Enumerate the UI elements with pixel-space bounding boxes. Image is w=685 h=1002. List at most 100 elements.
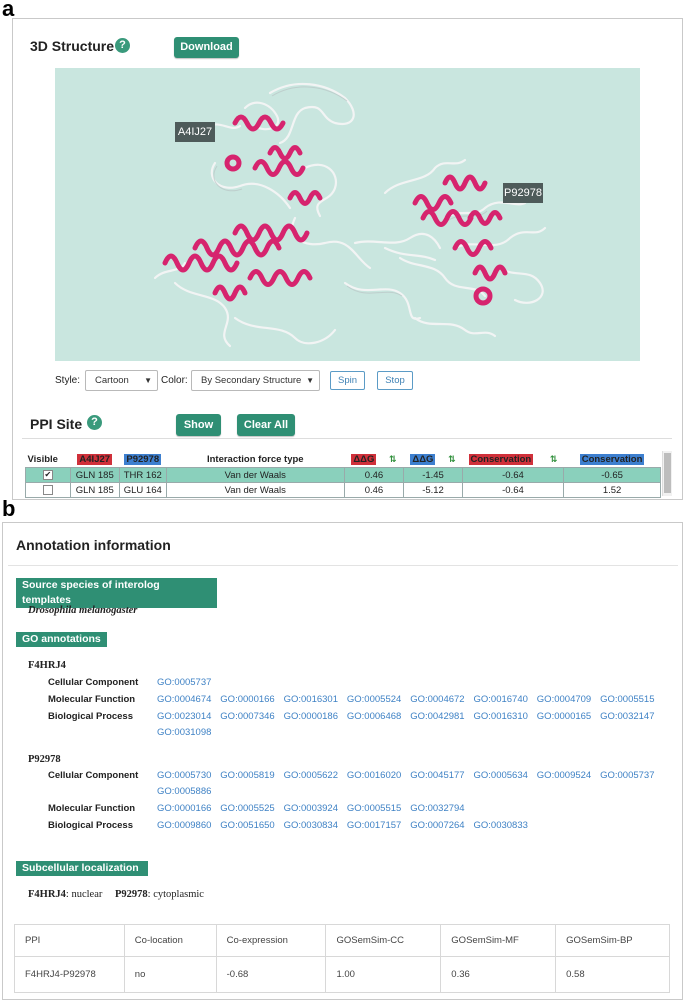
- go-term-link[interactable]: GO:0016301: [284, 694, 338, 705]
- download-button[interactable]: Download: [174, 37, 239, 58]
- alpha-helices: [162, 114, 508, 306]
- summary-header-cell: GOSemSim-BP: [555, 924, 670, 957]
- col-cons-a[interactable]: Conservation ⇅: [462, 451, 563, 468]
- go-annotations-header: GO annotations: [16, 632, 107, 647]
- go-term-link[interactable]: GO:0004672: [410, 694, 464, 705]
- visible-checkbox[interactable]: ✔: [42, 469, 53, 480]
- spin-button[interactable]: Spin: [330, 371, 365, 390]
- summary-header-cell: Co-location: [123, 924, 217, 957]
- go-term-link[interactable]: GO:0016020: [347, 770, 401, 781]
- col-ddg-a[interactable]: ΔΔG ⇅: [344, 451, 404, 468]
- structure-help-icon[interactable]: ?: [115, 38, 130, 53]
- summary-cell: -0.68: [215, 956, 327, 993]
- cell-force: Van der Waals: [165, 467, 345, 483]
- go-cc-label: Cellular Component: [48, 677, 139, 688]
- go-term-link[interactable]: GO:0042981: [410, 711, 464, 722]
- go-term-link[interactable]: GO:0000165: [537, 711, 591, 722]
- cell-ddg-a: 0.46: [343, 467, 405, 483]
- go-term-link[interactable]: GO:0032147: [600, 711, 654, 722]
- table-scrollbar[interactable]: [662, 451, 672, 496]
- visible-checkbox[interactable]: [42, 484, 53, 495]
- go-term-link[interactable]: GO:0045177: [410, 770, 464, 781]
- color-select-value: By Secondary Structure: [201, 375, 302, 386]
- chain-b-label: P92978: [503, 183, 543, 203]
- subcell-protein-2: P92978: [114, 889, 148, 900]
- go-term-link[interactable]: GO:0004709: [537, 694, 591, 705]
- summary-header-cell: Co-expression: [215, 924, 327, 957]
- ppi-table-container: Visible A4IJ27 P92978 Interaction force …: [22, 438, 672, 498]
- go-term-link[interactable]: GO:0004674: [157, 694, 211, 705]
- stop-button[interactable]: Stop: [377, 371, 413, 390]
- go-term-link[interactable]: GO:0016740: [474, 694, 528, 705]
- col-cons-b[interactable]: Conservation: [564, 451, 661, 468]
- col-chain-b[interactable]: P92978: [119, 451, 166, 468]
- go-term-link[interactable]: GO:0000186: [284, 711, 338, 722]
- col-ddg-b[interactable]: ΔΔG ⇅: [404, 451, 463, 468]
- go-term-link[interactable]: GO:0009860: [157, 820, 211, 831]
- table-row: F4HRJ4-P92978 no -0.68 1.00 0.36 0.58: [14, 956, 670, 993]
- table-scrollbar-thumb[interactable]: [664, 453, 671, 493]
- go-term-link[interactable]: GO:0017157: [347, 820, 401, 831]
- go-term-link[interactable]: GO:0032794: [410, 803, 464, 814]
- summary-header-cell: PPI: [14, 924, 125, 957]
- sort-arrows-icon[interactable]: ⇅: [448, 454, 456, 464]
- cell-chain-a: GLN 185: [69, 482, 120, 498]
- table-row[interactable]: ✔ GLN 185 THR 162 Van der Waals 0.46 -1.…: [25, 467, 661, 483]
- sort-arrows-icon[interactable]: ⇅: [550, 454, 558, 464]
- annotation-divider: [8, 565, 678, 566]
- clear-all-button[interactable]: Clear All: [237, 414, 295, 436]
- cell-ddg-b: -1.45: [403, 467, 463, 483]
- go-term-link[interactable]: GO:0009524: [537, 770, 591, 781]
- go-term-link[interactable]: GO:0006468: [347, 711, 401, 722]
- go-term-link[interactable]: GO:0005819: [220, 770, 274, 781]
- go-term-link[interactable]: GO:0030834: [284, 820, 338, 831]
- go-mf-label: Molecular Function: [48, 694, 136, 705]
- style-select-value: Cartoon: [95, 375, 129, 386]
- go-term-link[interactable]: GO:0000166: [157, 803, 211, 814]
- color-select[interactable]: By Secondary Structure ▼: [191, 370, 320, 391]
- show-button[interactable]: Show: [176, 414, 221, 436]
- cell-chain-b: THR 162: [118, 467, 167, 483]
- go-term-link[interactable]: GO:0005524: [347, 694, 401, 705]
- go-term-link[interactable]: GO:0031098: [157, 727, 211, 738]
- go-term-link[interactable]: GO:0007346: [220, 711, 274, 722]
- ppi-help-icon[interactable]: ?: [87, 415, 102, 430]
- cell-ddg-a: 0.46: [343, 482, 405, 498]
- panel-label-b: b: [2, 496, 16, 521]
- cell-cons-a: -0.64: [461, 482, 565, 498]
- subcell-protein-1: F4HRJ4: [28, 889, 66, 900]
- go-term-link[interactable]: GO:0005515: [347, 803, 401, 814]
- ppi-table: Visible A4IJ27 P92978 Interaction force …: [25, 451, 661, 498]
- style-select[interactable]: Cartoon ▼: [85, 370, 158, 391]
- go-term-link[interactable]: GO:0007264: [410, 820, 464, 831]
- ppi-table-header-row: Visible A4IJ27 P92978 Interaction force …: [26, 451, 661, 468]
- go-term-link[interactable]: GO:0005730: [157, 770, 211, 781]
- go-cc-label: Cellular Component: [48, 770, 139, 781]
- table-row[interactable]: GLN 185 GLU 164 Van der Waals 0.46 -5.12…: [25, 482, 661, 498]
- ppi-site-title: PPI Site: [30, 416, 83, 432]
- go-term-link[interactable]: GO:0016310: [474, 711, 528, 722]
- go-term-link[interactable]: GO:0023014: [157, 711, 211, 722]
- go-term-link[interactable]: GO:0005525: [220, 803, 274, 814]
- col-chain-a[interactable]: A4IJ27: [70, 451, 119, 468]
- summary-cell: F4HRJ4-P92978: [14, 956, 125, 993]
- summary-header-cell: GOSemSim-CC: [325, 924, 442, 957]
- color-label: Color:: [161, 375, 188, 386]
- subcell-loc-2: : cytoplasmic: [147, 889, 204, 900]
- go-term-link[interactable]: GO:0005737: [157, 677, 211, 688]
- cell-cons-b: 1.52: [563, 482, 661, 498]
- visible-checkbox-cell[interactable]: ✔: [25, 467, 71, 483]
- go-term-link[interactable]: GO:0005886: [157, 786, 211, 797]
- go-term-link[interactable]: GO:0030833: [474, 820, 528, 831]
- go-term-link[interactable]: GO:0005634: [474, 770, 528, 781]
- visible-checkbox-cell[interactable]: [25, 482, 71, 498]
- go-term-link[interactable]: GO:0005622: [284, 770, 338, 781]
- go-term-link[interactable]: GO:0051650: [220, 820, 274, 831]
- go-term-link[interactable]: GO:0003924: [284, 803, 338, 814]
- go-term-link[interactable]: GO:0005737: [600, 770, 654, 781]
- structure-viewer[interactable]: A4IJ27 P92978: [55, 68, 640, 361]
- go-bp-label: Biological Process: [48, 711, 134, 722]
- go-term-link[interactable]: GO:0000166: [220, 694, 274, 705]
- sort-arrows-icon[interactable]: ⇅: [389, 454, 397, 464]
- go-term-link[interactable]: GO:0005515: [600, 694, 654, 705]
